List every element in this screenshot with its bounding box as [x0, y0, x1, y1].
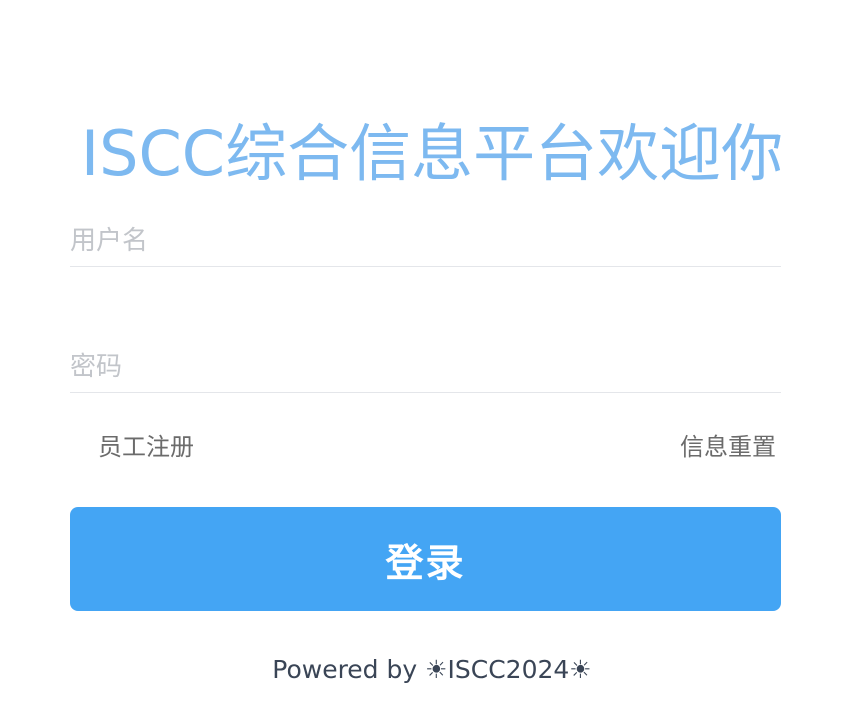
username-input[interactable] — [70, 215, 781, 267]
reset-info-link[interactable]: 信息重置 — [680, 430, 776, 464]
footer-powered-by: Powered by ☀ISCC2024☀ — [272, 655, 592, 684]
login-button[interactable]: 登录 — [70, 507, 781, 611]
password-input[interactable] — [70, 341, 781, 393]
register-link[interactable]: 员工注册 — [98, 430, 194, 464]
login-page: ISCC综合信息平台欢迎你 员工注册 信息重置 登录 Powered by ☀I… — [0, 0, 864, 710]
page-title: ISCC综合信息平台欢迎你 — [80, 116, 784, 190]
